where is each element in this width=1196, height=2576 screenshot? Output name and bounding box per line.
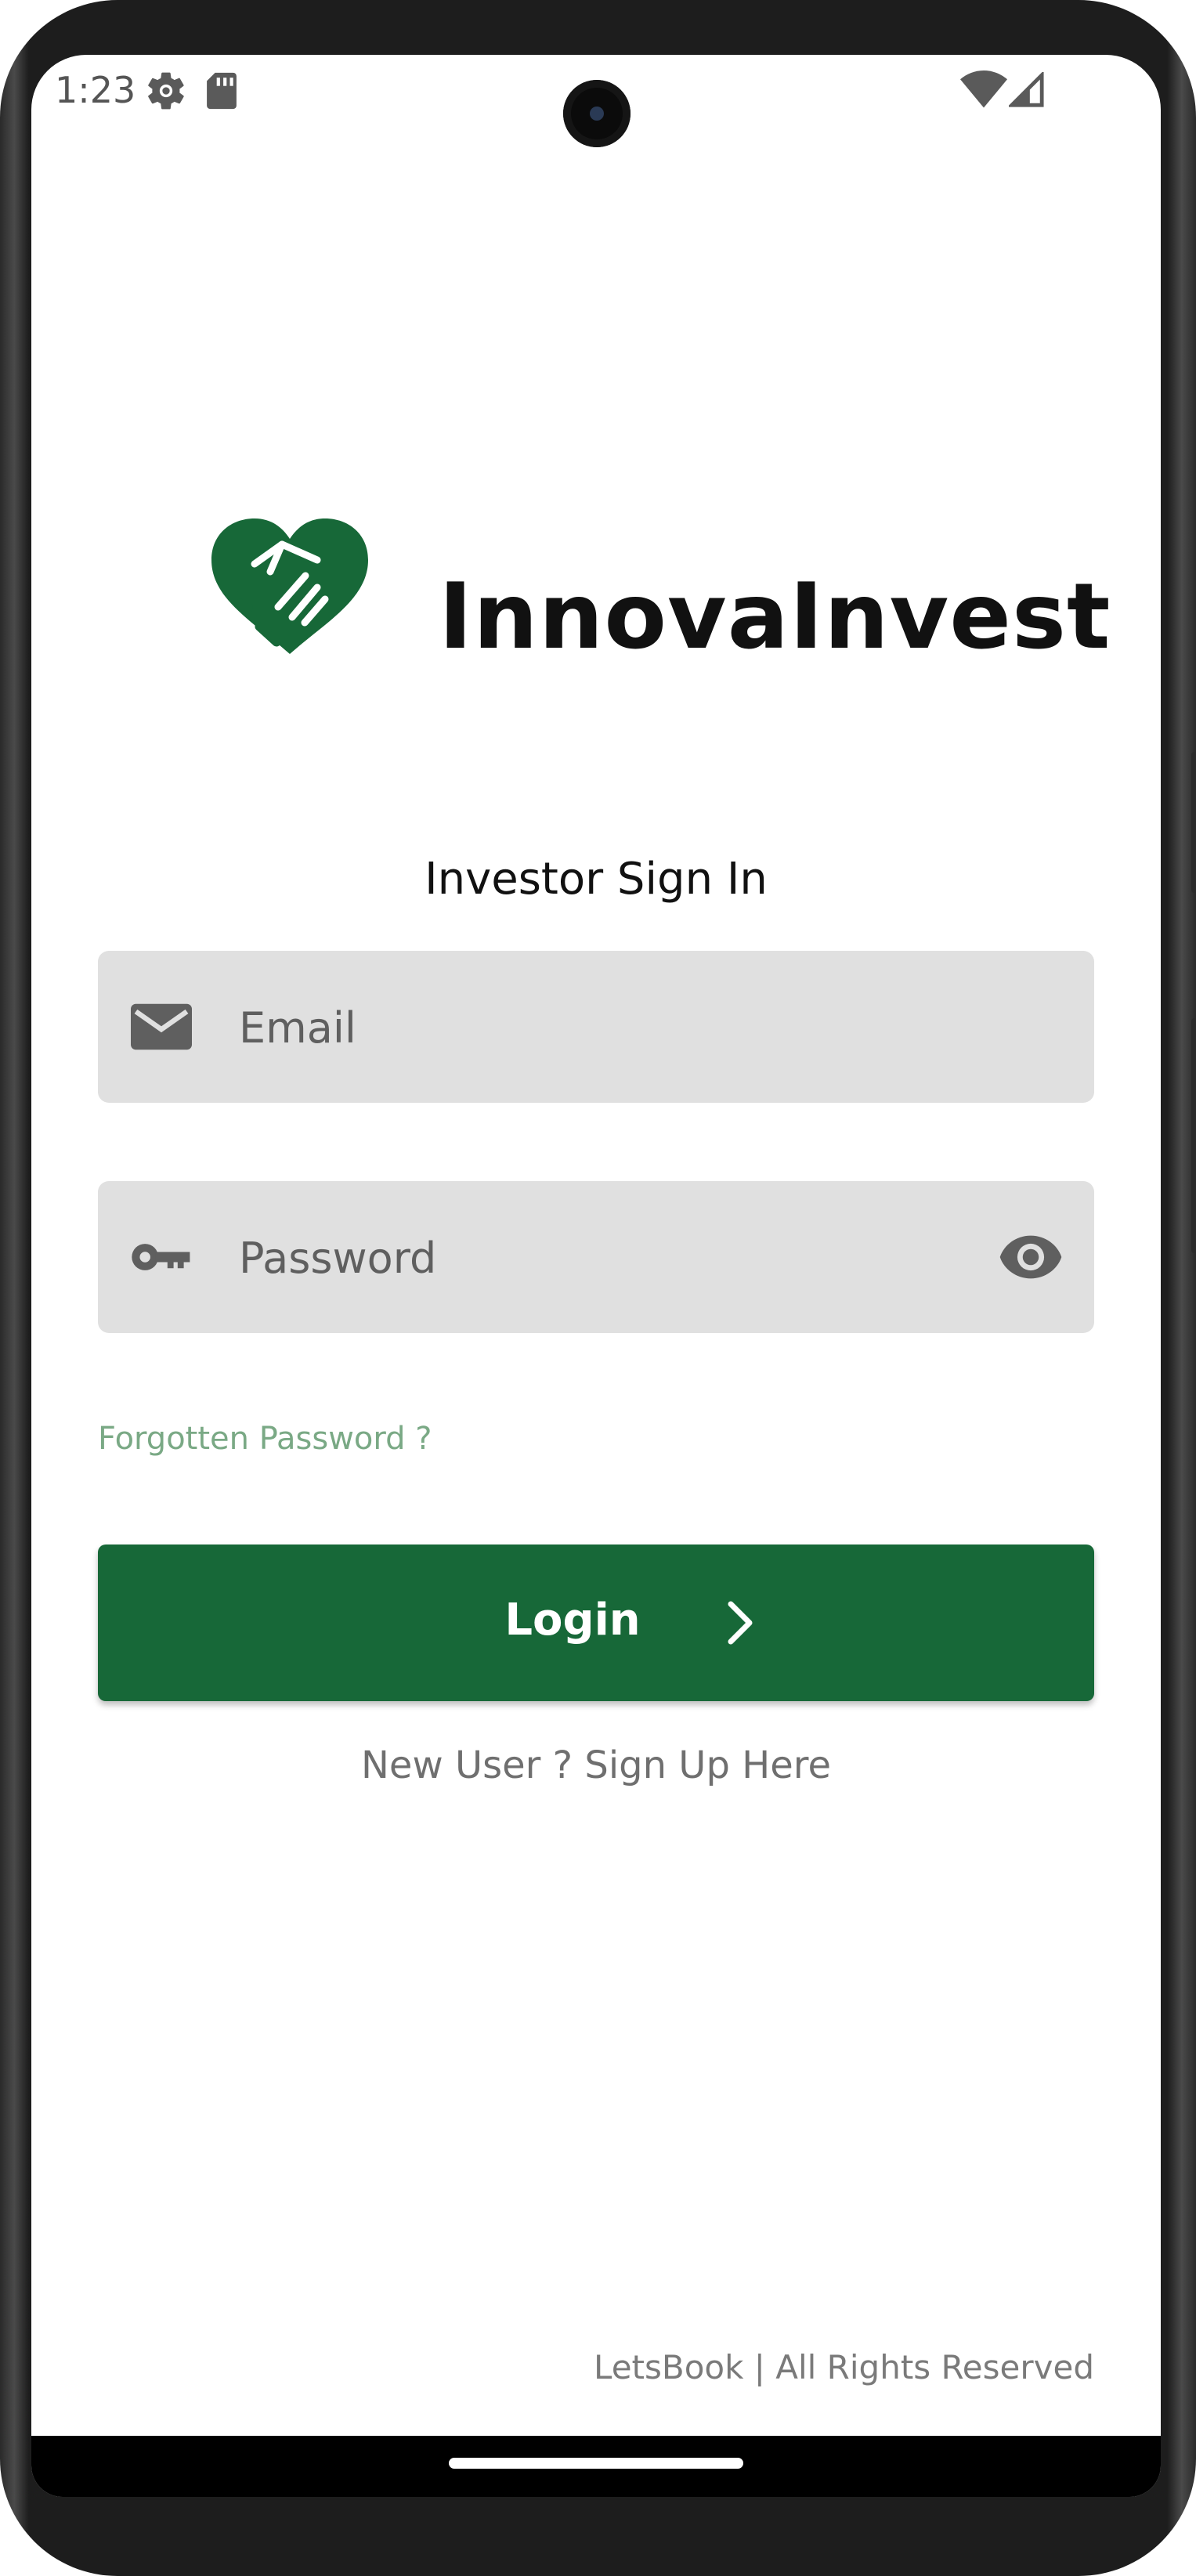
home-gesture-handle[interactable] bbox=[449, 2458, 743, 2469]
mail-icon bbox=[131, 1003, 192, 1050]
key-icon bbox=[132, 1244, 190, 1270]
forgot-password-link[interactable]: Forgotten Password ? bbox=[98, 1421, 432, 1457]
login-button[interactable]: Login bbox=[98, 1545, 1094, 1701]
gear-icon bbox=[148, 72, 184, 110]
chevron-right-icon bbox=[728, 1601, 753, 1645]
brand-header: InnovaInvest bbox=[208, 517, 1110, 728]
email-input[interactable] bbox=[239, 996, 944, 1059]
sd-card-icon bbox=[207, 72, 237, 110]
power-button bbox=[1191, 1018, 1196, 1253]
screen: 1:23 InnovaInvest Investor Sign In Email… bbox=[31, 55, 1161, 2497]
eye-icon[interactable] bbox=[999, 1227, 1063, 1288]
login-button-label: Login bbox=[504, 1595, 641, 1646]
password-field[interactable] bbox=[98, 1181, 1094, 1333]
brand-name: InnovaInvest bbox=[439, 564, 1111, 670]
password-input[interactable] bbox=[239, 1227, 944, 1289]
wifi-icon bbox=[960, 70, 1007, 108]
front-camera bbox=[563, 80, 631, 147]
heart-handshake-icon bbox=[211, 518, 368, 654]
footer-text: LetsBook | All Rights Reserved bbox=[594, 2348, 1094, 2386]
status-time: 1:23 bbox=[55, 69, 136, 111]
navigation-bar bbox=[31, 2436, 1161, 2497]
page-title: Investor Sign In bbox=[425, 854, 768, 905]
signup-link[interactable]: New User ? Sign Up Here bbox=[31, 1743, 1161, 1787]
volume-button bbox=[1191, 752, 1196, 893]
cell-signal-icon bbox=[1009, 72, 1044, 107]
phone-frame: 1:23 InnovaInvest Investor Sign In Email… bbox=[0, 0, 1196, 2576]
email-field[interactable] bbox=[98, 951, 1094, 1103]
